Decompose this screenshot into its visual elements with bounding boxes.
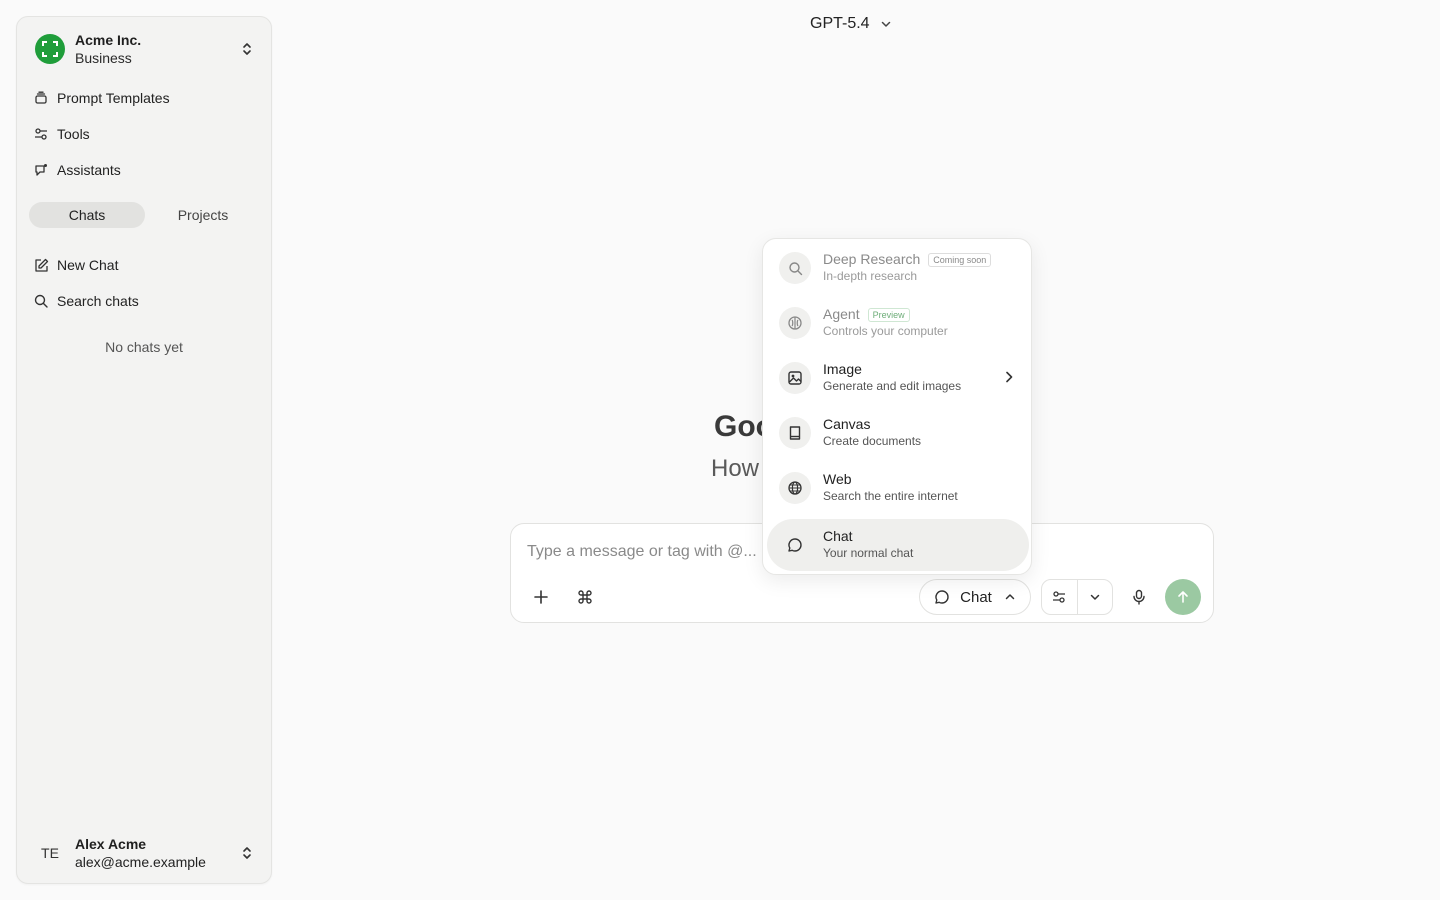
tools-button-group (1041, 579, 1113, 615)
book-icon (779, 417, 811, 449)
mode-selector-button[interactable]: Chat (919, 579, 1031, 615)
nav-label: Assistants (57, 162, 121, 178)
search-chats-label: Search chats (57, 293, 139, 309)
menu-item-title: Agent (823, 306, 860, 322)
menu-item-desc: In-depth research (823, 269, 918, 283)
mode-menu: Deep Research Coming soon In-depth resear… (762, 238, 1032, 575)
image-icon (779, 362, 811, 394)
avatar: TE (41, 845, 59, 861)
menu-item-title: Image (823, 361, 862, 377)
sidebar: Acme Inc. Business Prompt Templates Tool… (16, 16, 272, 884)
menu-item-desc: Controls your computer (823, 324, 948, 338)
search-icon (779, 252, 811, 284)
nav-label: Prompt Templates (57, 90, 170, 106)
agent-icon (779, 307, 811, 339)
tools-settings-button[interactable] (1042, 580, 1077, 614)
preview-badge: Preview (867, 307, 910, 322)
nav-assistants[interactable]: Assistants (29, 154, 261, 186)
user-email: alex@acme.example (75, 854, 206, 870)
chevron-down-icon (880, 18, 892, 30)
mode-label: Chat (960, 588, 992, 606)
model-name: GPT-5.4 (810, 15, 870, 32)
menu-item-title: Chat (823, 528, 853, 544)
microphone-icon (1132, 589, 1146, 605)
search-icon (33, 293, 49, 309)
new-chat-button[interactable]: New Chat (29, 249, 261, 281)
chevron-up-icon (1004, 591, 1016, 603)
chevron-down-icon (1089, 591, 1101, 603)
empty-chats-note: No chats yet (105, 339, 183, 355)
coming-soon-badge: Coming soon (928, 252, 992, 267)
edit-icon (33, 257, 49, 273)
chevron-right-icon (1003, 370, 1015, 384)
chevron-updown-icon (241, 845, 253, 861)
send-button[interactable] (1165, 579, 1201, 615)
tab-chats[interactable]: Chats (29, 202, 145, 228)
menu-item-desc: Create documents (823, 434, 922, 448)
user-menu[interactable]: TE Alex Acme alex@acme.example (27, 829, 263, 877)
user-name: Alex Acme (75, 836, 147, 852)
menu-item-canvas[interactable]: Canvas Create documents (767, 407, 1029, 459)
org-switcher[interactable]: Acme Inc. Business (27, 25, 263, 73)
menu-item-image[interactable]: Image Generate and edit images (767, 352, 1029, 404)
org-name: Acme Inc. (75, 32, 142, 48)
assistant-icon (33, 162, 49, 178)
command-icon (577, 589, 593, 605)
attach-button[interactable] (525, 581, 557, 613)
plus-icon (533, 589, 549, 605)
nav-prompt-templates[interactable]: Prompt Templates (29, 82, 261, 114)
search-chats-button[interactable]: Search chats (29, 285, 261, 317)
menu-item-agent[interactable]: Agent Preview Controls your computer (767, 297, 1029, 349)
globe-icon (779, 472, 811, 504)
voice-input-button[interactable] (1123, 581, 1155, 613)
chat-bubble-icon (779, 529, 811, 561)
org-logo-icon (35, 34, 65, 64)
sliders-icon (33, 126, 49, 142)
new-chat-label: New Chat (57, 257, 119, 273)
org-plan: Business (75, 50, 132, 66)
menu-item-desc: Search the entire internet (823, 489, 958, 503)
arrow-up-icon (1176, 590, 1190, 604)
menu-item-chat[interactable]: Chat Your normal chat (767, 519, 1029, 571)
chevron-updown-icon (241, 41, 253, 57)
tools-dropdown-button[interactable] (1078, 580, 1113, 614)
menu-item-title: Web (823, 471, 852, 487)
model-selector[interactable]: GPT-5.4 (810, 10, 892, 38)
menu-item-desc: Your normal chat (823, 546, 914, 560)
sliders-icon (1052, 590, 1066, 604)
menu-item-desc: Generate and edit images (823, 379, 962, 393)
menu-item-web[interactable]: Web Search the entire internet (767, 462, 1029, 514)
nav-label: Tools (57, 126, 90, 142)
menu-item-title: Deep Research (823, 251, 921, 267)
tab-projects[interactable]: Projects (145, 202, 261, 228)
menu-item-title: Canvas (823, 416, 871, 432)
menu-item-deep-research[interactable]: Deep Research Coming soon In-depth resear… (767, 242, 1029, 294)
stack-icon (33, 90, 49, 106)
chats-projects-toggle: Chats Projects (29, 202, 261, 228)
nav-tools[interactable]: Tools (29, 118, 261, 150)
chat-bubble-icon (934, 589, 950, 605)
integrations-button[interactable] (569, 581, 601, 613)
